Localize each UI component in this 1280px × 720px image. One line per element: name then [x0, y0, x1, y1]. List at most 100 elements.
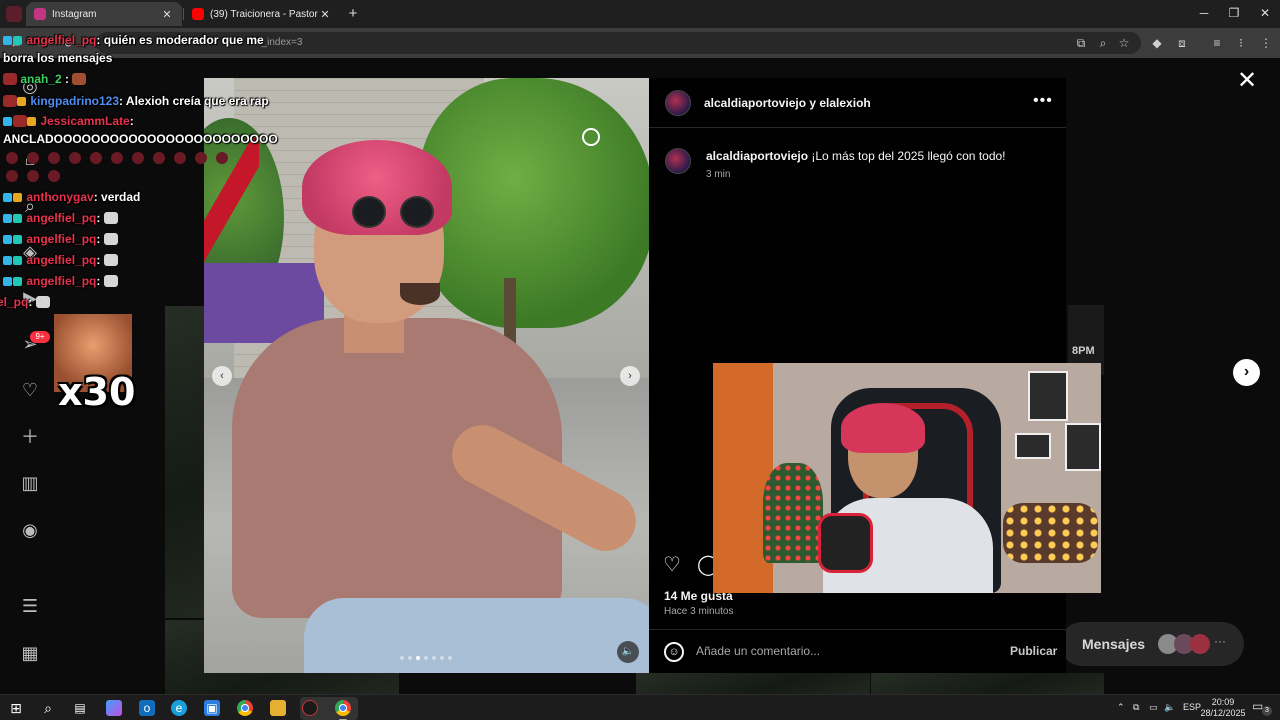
notifications-heart-icon[interactable]: ♡ — [19, 379, 41, 401]
profile-avatar-icon[interactable]: ◉ — [19, 519, 41, 541]
obs-icon[interactable] — [302, 700, 318, 716]
windows-start-icon[interactable]: ⊞ — [8, 700, 24, 716]
background-post-image — [165, 306, 205, 618]
thumbnail-text: 8PM — [1072, 345, 1095, 357]
copilot-icon[interactable] — [106, 700, 122, 716]
reel-indicator-icon — [582, 128, 600, 146]
browser-profile-icon[interactable] — [6, 6, 22, 22]
carousel-dots — [400, 656, 452, 660]
media-jeans — [304, 598, 649, 673]
notification-count: 3 — [1262, 706, 1272, 716]
tab-youtube[interactable]: (39) Traicionera - Pastor López ✕ — [184, 2, 340, 26]
caption-avatar[interactable] — [665, 148, 691, 174]
mute-toggle-icon[interactable]: 🔈 — [617, 641, 639, 663]
new-tab-button[interactable]: + — [345, 5, 361, 22]
create-plus-icon[interactable]: ＋ — [19, 426, 41, 448]
caption-timestamp: 3 min — [706, 169, 731, 180]
post-media[interactable]: ‹ › 🔈 — [204, 78, 649, 673]
cast-icon[interactable]: ⧉ — [1073, 35, 1089, 51]
file-explorer-icon[interactable] — [270, 700, 286, 716]
extension-diamond-icon[interactable]: ◆ — [1149, 35, 1165, 51]
bookmark-star-icon[interactable]: ☆ — [1116, 35, 1132, 51]
tab-title: Instagram — [52, 8, 97, 20]
tab-title: (39) Traicionera - Pastor López — [210, 8, 318, 20]
chat-message: angelfiel_pq: — [3, 274, 118, 288]
outlook-icon[interactable]: o — [139, 700, 155, 716]
messages-pill-button[interactable]: Mensajes ··· — [1060, 622, 1244, 666]
webcam-christmas-tree — [763, 463, 823, 563]
volume-icon[interactable]: 🔈 — [1164, 702, 1175, 713]
comment-bar: ☺ Añade un comentario... Publicar — [649, 629, 1066, 673]
chat-text: : Alexioh creía que era rap — [119, 94, 269, 108]
system-clock[interactable]: 20:09 28/12/2025 — [1200, 697, 1246, 719]
chat-message: borra los mensajes — [3, 51, 112, 65]
chat-username: angelfiel_pq — [26, 211, 97, 225]
streamer-webcam — [713, 363, 1101, 593]
chat-text: : quién es moderador que me — [96, 33, 264, 47]
chat-message: angelfiel_pq: quién es moderador que me — [3, 33, 264, 47]
profile-icon[interactable]: ⁝ — [1233, 35, 1249, 51]
browser-menu-icon[interactable]: ⋮ — [1258, 35, 1274, 51]
chat-emote — [103, 233, 118, 245]
chrome-running-icon[interactable] — [335, 700, 351, 720]
language-indicator[interactable]: ESP — [1183, 702, 1201, 712]
tab-instagram[interactable]: Instagram ✕ — [26, 2, 182, 26]
chrome-icon[interactable] — [237, 700, 253, 716]
next-post-arrow-icon[interactable]: › — [1233, 359, 1260, 386]
like-heart-icon[interactable]: ♡ — [663, 554, 685, 576]
post-author[interactable]: alcaldiaportoviejo y elalexioh — [704, 96, 871, 110]
store-icon[interactable]: ▣ — [204, 700, 220, 716]
media-sunglasses — [352, 196, 462, 230]
chat-emote — [103, 254, 118, 266]
more-options-icon[interactable]: ••• — [1033, 92, 1053, 110]
emoji-picker-icon[interactable]: ☺ — [664, 642, 684, 662]
webcam-poster — [1065, 423, 1101, 471]
more-menu-icon[interactable]: ☰ — [19, 595, 41, 617]
chat-message: JessicammLate: — [3, 114, 134, 128]
carousel-prev-icon[interactable]: ‹ — [212, 366, 232, 386]
carousel-dot — [424, 656, 428, 660]
carousel-dot — [400, 656, 404, 660]
close-modal-icon[interactable]: ✕ — [1236, 69, 1258, 93]
chat-username: kingpadrino123 — [30, 94, 120, 108]
tab-close-icon[interactable]: ✕ — [160, 8, 174, 21]
chat-username: angelfiel_pq — [26, 253, 97, 267]
network-icon[interactable]: ⧉ — [1133, 702, 1139, 713]
media-queue-icon[interactable]: ≡ — [1209, 35, 1225, 51]
comment-input[interactable]: Añade un comentario... — [696, 644, 820, 658]
chat-text: borra los mensajes — [3, 51, 113, 65]
minimize-button[interactable]: ─ — [1196, 6, 1212, 20]
tab-close-icon[interactable]: ✕ — [318, 8, 332, 21]
youtube-favicon-icon — [192, 8, 204, 20]
windows-taskbar: ⊞ ⌕ ▤ o e ▣ ⌃ ⧉ ▭ 🔈 ESP 20:09 28/12/2025… — [0, 694, 1280, 720]
publish-button[interactable]: Publicar — [1010, 644, 1057, 658]
also-from-meta-icon[interactable]: ▦ — [19, 642, 41, 664]
author-avatar[interactable] — [665, 90, 691, 116]
chat-emote — [103, 212, 118, 224]
zoom-icon[interactable]: ⌕ — [1095, 35, 1111, 51]
tray-overflow-icon[interactable]: ⌃ — [1117, 702, 1125, 713]
restore-button[interactable]: ❐ — [1226, 6, 1242, 20]
post-header: alcaldiaportoviejo y elalexioh ••• — [649, 78, 1066, 128]
media-flag — [204, 138, 259, 318]
battery-icon[interactable]: ▭ — [1149, 702, 1158, 713]
extensions-puzzle-icon[interactable]: ⧈ — [1174, 35, 1190, 51]
carousel-next-icon[interactable]: › — [620, 366, 640, 386]
carousel-dot — [408, 656, 412, 660]
edge-icon[interactable]: e — [171, 700, 187, 716]
dashboard-icon[interactable]: ▥ — [19, 472, 41, 494]
caption-username[interactable]: alcaldiaportoviejo — [706, 149, 808, 163]
instagram-favicon-icon — [34, 8, 46, 20]
carousel-dot — [440, 656, 444, 660]
background-grid-image — [636, 673, 870, 694]
chat-emote — [103, 275, 118, 287]
webcam-poster — [1028, 371, 1068, 421]
chat-message: ANCLADOOOOOOOOOOOOOOOOOOOOOOOO — [3, 132, 278, 146]
contact-avatar — [1190, 634, 1210, 654]
webcam-hair — [841, 403, 925, 453]
close-window-button[interactable]: ✕ — [1257, 6, 1273, 20]
task-view-icon[interactable]: ▤ — [72, 700, 88, 716]
chat-message: anah_2 : — [3, 72, 87, 86]
webcam-poster — [1015, 433, 1051, 459]
search-icon[interactable]: ⌕ — [40, 700, 56, 716]
